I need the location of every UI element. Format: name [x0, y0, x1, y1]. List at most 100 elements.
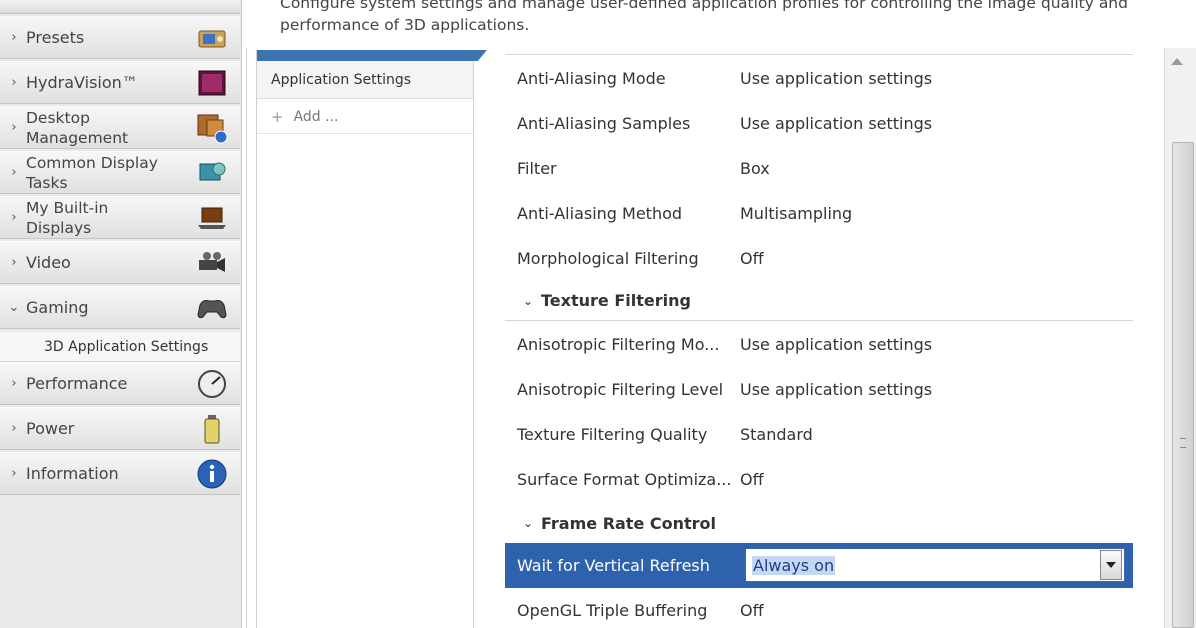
dropdown-value: Always on: [746, 555, 1100, 575]
dropdown-button[interactable]: [1100, 550, 1122, 580]
sidebar-item-label: Presets: [26, 28, 85, 47]
sidebar-subitem-3d-application-settings[interactable]: 3D Application Settings: [0, 332, 240, 362]
setting-value[interactable]: Use application settings: [740, 335, 1133, 354]
chevron-right-icon: ›: [11, 376, 17, 391]
sidebar-item-label: Power: [26, 419, 75, 438]
setting-row-morphological-filtering[interactable]: Morphological Filtering Off: [505, 236, 1133, 281]
application-list-panel: Application Settings + Add ...: [256, 50, 487, 628]
setting-name: Anti-Aliasing Samples: [517, 114, 691, 133]
vertical-refresh-dropdown[interactable]: Always on: [745, 548, 1125, 582]
sidebar-item-label: Information: [26, 464, 119, 483]
battery-icon: [194, 412, 230, 446]
sidebar-item-label: My Built-in Displays: [26, 198, 109, 237]
setting-value[interactable]: Off: [740, 470, 1133, 489]
setting-value[interactable]: Use application settings: [740, 69, 1133, 88]
setting-value[interactable]: Off: [740, 249, 1133, 268]
sidebar-item-performance[interactable]: › Performance: [0, 362, 240, 405]
scrollbar-thumb[interactable]: [1172, 142, 1194, 628]
chevron-right-icon: ›: [11, 120, 17, 135]
presets-icon: [194, 21, 230, 55]
sidebar-item-power[interactable]: › Power: [0, 407, 240, 450]
laptop-icon: [194, 201, 230, 235]
page-description: Configure system settings and manage use…: [280, 0, 1128, 34]
video-camera-icon: [194, 246, 230, 280]
setting-row-anisotropic-filtering-mode[interactable]: Anisotropic Filtering Mo... Use applicat…: [505, 322, 1133, 367]
setting-value[interactable]: Use application settings: [740, 380, 1133, 399]
setting-name: Surface Format Optimiza...: [517, 470, 732, 489]
sidebar-item-label: HydraVision™: [26, 73, 138, 92]
settings-top-rule: [505, 54, 1133, 55]
setting-row-texture-filtering-quality[interactable]: Texture Filtering Quality Standard: [505, 412, 1133, 457]
setting-row-filter[interactable]: Filter Box: [505, 146, 1133, 191]
sidebar-item-gaming[interactable]: ⌄ Gaming: [0, 286, 240, 329]
setting-name: Texture Filtering Quality: [517, 425, 708, 444]
section-title: Texture Filtering: [541, 291, 691, 310]
chevron-right-icon: ›: [11, 421, 17, 436]
add-application-button[interactable]: + Add ...: [257, 100, 473, 134]
gamepad-icon: [194, 291, 230, 325]
setting-name: Anti-Aliasing Mode: [517, 69, 666, 88]
setting-value[interactable]: Off: [740, 601, 1133, 620]
chevron-right-icon: ›: [11, 30, 17, 45]
settings-grid: Anti-Aliasing Mode Use application setti…: [505, 54, 1133, 628]
setting-row-anisotropic-filtering-level[interactable]: Anisotropic Filtering Level Use applicat…: [505, 367, 1133, 412]
triangle-down-icon: [1106, 562, 1116, 568]
application-settings-item[interactable]: Application Settings: [257, 61, 473, 99]
setting-name: Morphological Filtering: [517, 249, 699, 268]
scroll-up-arrow-icon[interactable]: [1171, 58, 1183, 65]
chevron-down-icon: ⌄: [522, 516, 534, 530]
section-header-frame-rate-control[interactable]: ⌄ Frame Rate Control: [505, 503, 1133, 543]
setting-value[interactable]: Standard: [740, 425, 1133, 444]
chevron-down-icon: ⌄: [8, 300, 20, 315]
setting-name: Anisotropic Filtering Level: [517, 380, 724, 399]
app-list-accent-bar: [257, 50, 487, 61]
vertical-scrollbar[interactable]: [1164, 48, 1196, 628]
sidebar-item-desktop-management[interactable]: › Desktop Management: [0, 106, 240, 149]
gauge-icon: [194, 367, 230, 401]
panel-divider: [246, 48, 247, 628]
setting-name: Filter: [517, 159, 557, 178]
sidebar-item-label: Desktop Management: [26, 108, 129, 147]
setting-value[interactable]: Box: [740, 159, 1133, 178]
sidebar-item-label: Video: [26, 253, 71, 272]
setting-name: OpenGL Triple Buffering: [517, 601, 708, 620]
sidebar-item-information[interactable]: › Information: [0, 452, 240, 495]
sidebar-item-my-built-in-displays[interactable]: › My Built-in Displays: [0, 196, 240, 239]
sidebar-item-label: Common Display Tasks: [26, 153, 158, 192]
setting-row-anti-aliasing-mode[interactable]: Anti-Aliasing Mode Use application setti…: [505, 56, 1133, 101]
setting-name: Anti-Aliasing Method: [517, 204, 683, 223]
common-display-tasks-icon: [194, 156, 230, 190]
setting-name: Anisotropic Filtering Mo...: [517, 335, 720, 354]
sidebar-item-video[interactable]: › Video: [0, 241, 240, 284]
chevron-down-icon: ⌄: [522, 293, 534, 308]
sidebar: › Presets › HydraVision™ › Desktop Manag…: [0, 0, 242, 628]
chevron-right-icon: ›: [11, 210, 17, 225]
add-application-label: Add ...: [293, 108, 339, 125]
scrollbar-grip-icon: [1180, 438, 1186, 448]
sidebar-item-hydravision[interactable]: › HydraVision™: [0, 61, 240, 104]
setting-row-anti-aliasing-samples[interactable]: Anti-Aliasing Samples Use application se…: [505, 101, 1133, 146]
chevron-right-icon: ›: [11, 255, 17, 270]
sidebar-item-common-display-tasks[interactable]: › Common Display Tasks: [0, 151, 240, 194]
section-title: Frame Rate Control: [541, 513, 717, 533]
sidebar-item-presets[interactable]: › Presets: [0, 16, 240, 59]
section-header-texture-filtering[interactable]: ⌄ Texture Filtering: [505, 281, 1133, 321]
chevron-right-icon: ›: [11, 75, 17, 90]
chevron-right-icon: ›: [11, 165, 17, 180]
sidebar-item-label: Performance: [26, 374, 128, 393]
plus-icon: +: [271, 107, 284, 126]
setting-row-opengl-triple-buffering[interactable]: OpenGL Triple Buffering Off: [505, 588, 1133, 628]
setting-row-surface-format-optimization[interactable]: Surface Format Optimiza... Off: [505, 457, 1133, 502]
setting-row-wait-for-vertical-refresh[interactable]: Wait for Vertical Refresh Always on: [505, 543, 1133, 588]
dropdown-selected-text: Always on: [752, 555, 836, 575]
hydravision-icon: [194, 66, 230, 100]
sidebar-item-label: Gaming: [26, 298, 89, 317]
info-icon: [194, 457, 230, 491]
setting-name: Wait for Vertical Refresh: [517, 556, 710, 575]
setting-row-anti-aliasing-method[interactable]: Anti-Aliasing Method Multisampling: [505, 191, 1133, 236]
desktop-management-icon: [194, 111, 230, 145]
chevron-right-icon: ›: [11, 466, 17, 481]
setting-value[interactable]: Use application settings: [740, 114, 1133, 133]
setting-value[interactable]: Multisampling: [740, 204, 1133, 223]
sidebar-top-item-partial[interactable]: [0, 0, 240, 14]
